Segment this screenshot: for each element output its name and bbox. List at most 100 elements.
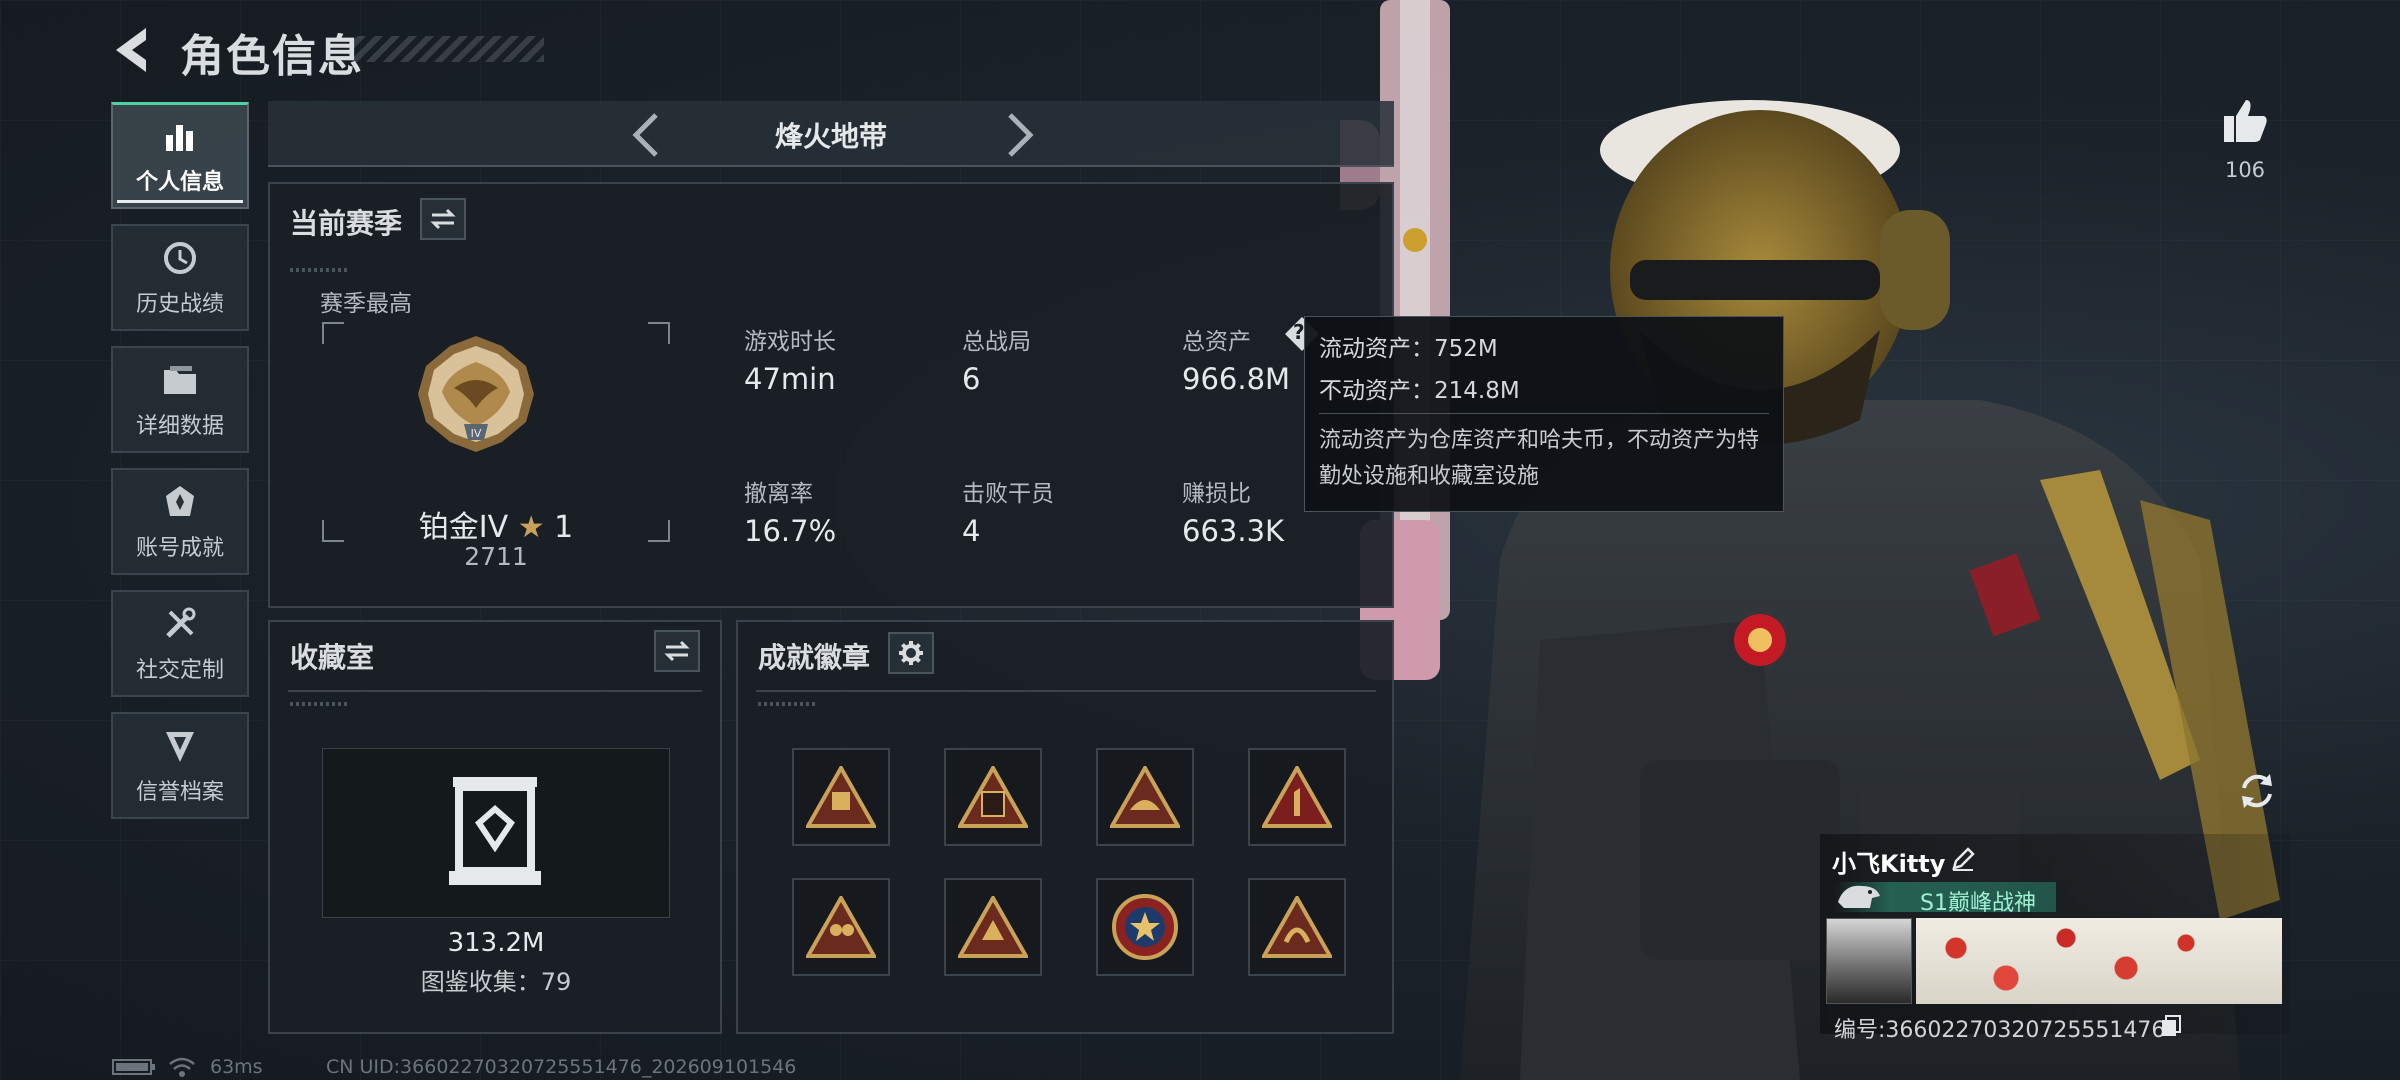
stat-value: 663.3K	[1182, 514, 1285, 548]
nav-label: 信誉档案	[135, 779, 224, 805]
season-best-label: 赛季最高	[320, 291, 412, 317]
help-question-mark: ?	[1293, 320, 1305, 344]
triangle-badge-icon	[958, 896, 1028, 958]
swap-icon	[664, 640, 690, 662]
wifi-icon	[169, 1057, 195, 1077]
player-avatar[interactable]	[1826, 918, 1912, 1004]
nav-label: 详细数据	[135, 413, 224, 439]
nav-item-detailed-data[interactable]: 详细数据	[111, 346, 249, 453]
switch-season-button[interactable]	[420, 198, 466, 240]
copy-icon[interactable]	[2160, 1014, 2182, 1038]
stat-label: 总资产	[1182, 329, 1251, 355]
svg-text:IV: IV	[471, 427, 482, 440]
rank-stars: 1	[554, 510, 574, 545]
collection-preview[interactable]	[322, 748, 670, 918]
triangle-badge-icon	[958, 766, 1028, 828]
nameplate-image	[1916, 918, 2282, 1004]
divider	[1319, 413, 1769, 414]
rank-score: 2711	[464, 542, 528, 571]
liquid-assets: 流动资产：752M	[1319, 336, 1498, 362]
nav-label: 社交定制	[135, 657, 224, 683]
collection-title: 收藏室	[290, 641, 375, 674]
divider	[288, 690, 702, 692]
triangle-badge-icon	[806, 766, 876, 828]
achievement-badge[interactable]	[944, 748, 1042, 846]
swap-icon	[430, 208, 456, 230]
season-title: 当前赛季	[290, 207, 403, 240]
player-card-id: 编号:36602270320725551476	[1834, 1018, 2166, 1043]
rank-emblem-icon: IV	[418, 336, 534, 452]
star-icon: ★	[517, 510, 545, 545]
triangle-badge-icon	[1262, 766, 1332, 828]
achievement-badges-panel: 成就徽章	[736, 620, 1394, 1034]
stat-value: 966.8M	[1182, 362, 1291, 396]
asset-tooltip: 流动资产：752M 不动资产：214.8M 流动资产为仓库资产和哈夫币，不动资产…	[1304, 316, 1784, 512]
title-decoration	[354, 36, 544, 62]
collection-value: 313.2M	[447, 928, 545, 958]
asset-description: 流动资产为仓库资产和哈夫币，不动资产为特勤处设施和收藏室设施	[1319, 428, 1760, 489]
player-title: S1巅峰战神	[1920, 891, 2036, 916]
wrench-screwdriver-icon	[160, 604, 200, 644]
mode-selector: 烽火地带	[268, 101, 1394, 167]
page-title: 角色信息	[180, 31, 364, 82]
player-name: 小飞Kitty	[1832, 850, 1946, 878]
mode-title: 烽火地带	[774, 120, 887, 153]
achievement-badge[interactable]	[1096, 748, 1194, 846]
stat-label: 撤离率	[744, 481, 813, 507]
nav-label: 历史战绩	[135, 291, 224, 317]
decor-dots	[758, 702, 818, 706]
refresh-icon[interactable]	[2234, 768, 2280, 814]
divider	[756, 690, 1376, 692]
dinosaur-title-icon	[1838, 885, 1880, 908]
nav-label: 个人信息	[135, 170, 224, 195]
nav-label: 账号成就	[135, 535, 224, 561]
stat-value: 47min	[744, 362, 836, 396]
back-arrow-icon[interactable]	[108, 22, 156, 78]
thumbs-up-icon[interactable]	[2220, 96, 2270, 146]
achievement-medal-icon	[160, 482, 200, 522]
achievement-badge[interactable]	[792, 748, 890, 846]
round-star-badge-icon	[1112, 894, 1178, 960]
current-season-panel: 当前赛季 赛季最高 IV 铂金IV ★ 1 2711 游戏时长 47min 总战…	[268, 182, 1394, 608]
nav-item-social-custom[interactable]: 社交定制	[111, 590, 249, 697]
stat-label: 游戏时长	[744, 329, 836, 355]
game-screen: 角色信息 个人信息 历史战绩 详细数据 账号成就 社交定制 信誉档案 烽火地带 …	[0, 0, 2400, 1080]
frame-corner	[322, 322, 344, 344]
switch-collection-button[interactable]	[654, 630, 700, 672]
display-case-icon	[449, 777, 541, 885]
stat-label: 击败干员	[962, 481, 1054, 507]
history-clock-icon	[160, 238, 200, 278]
achievement-badge[interactable]	[792, 878, 890, 976]
edit-pencil-icon[interactable]	[1950, 846, 1976, 872]
nav-item-match-history[interactable]: 历史战绩	[111, 224, 249, 331]
nav-item-reputation-file[interactable]: 信誉档案	[111, 712, 249, 819]
bar-chart-icon	[160, 116, 200, 156]
achievement-badge[interactable]	[1096, 878, 1194, 976]
gear-icon	[899, 641, 923, 665]
achievement-badge[interactable]	[944, 878, 1042, 976]
rank-line: 铂金IV ★ 1	[322, 502, 670, 546]
decor-dots	[290, 702, 350, 706]
folder-icon	[160, 360, 200, 400]
reputation-shield-icon	[160, 726, 200, 766]
uid-footer: CN UID:36602270320725551476_202609101546	[326, 1056, 797, 1078]
nav-item-account-achievements[interactable]: 账号成就	[111, 468, 249, 575]
badge-settings-button[interactable]	[888, 632, 934, 674]
triangle-badge-icon	[1110, 766, 1180, 828]
collection-room-panel: 收藏室 313.2M 图鉴收集：79	[268, 620, 722, 1034]
ping: 63ms	[210, 1056, 263, 1078]
triangle-badge-icon	[806, 896, 876, 958]
catalog-count: 图鉴收集：79	[420, 968, 572, 996]
frame-corner	[648, 322, 670, 344]
triangle-badge-icon	[1262, 896, 1332, 958]
fixed-assets: 不动资产：214.8M	[1319, 378, 1520, 404]
rank-name: 铂金IV	[418, 510, 509, 545]
achievement-badge[interactable]	[1248, 748, 1346, 846]
badges-title: 成就徽章	[758, 641, 871, 674]
stat-value: 6	[962, 362, 981, 396]
battery-icon	[112, 1059, 155, 1075]
nav-item-personal-info[interactable]: 个人信息	[111, 102, 249, 209]
achievement-badge[interactable]	[1248, 878, 1346, 976]
stat-label: 赚损比	[1182, 481, 1251, 507]
chevron-right-icon[interactable]	[1000, 111, 1040, 159]
